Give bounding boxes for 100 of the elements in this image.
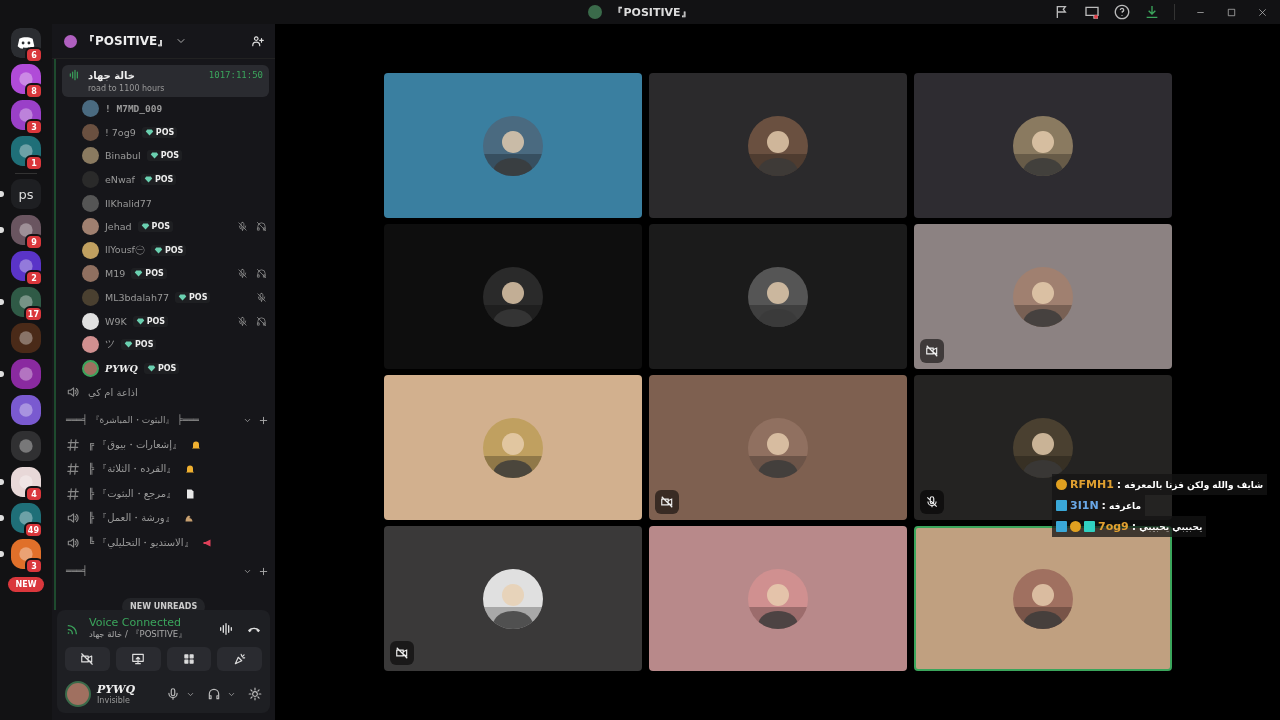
gem-icon [143,175,153,185]
waveform-icon[interactable] [218,620,234,637]
gem-icon [153,245,163,255]
window-title: 『POSITIVE』 [612,4,692,20]
member-name[interactable]: eNwaf [105,174,135,186]
screen-share-button[interactable] [115,647,161,671]
video-tile[interactable] [648,73,907,218]
channel-status: road to 1100 hours [88,84,166,93]
channel-item[interactable]: ╠ 『ورشة・العمل』 [62,506,269,531]
activities-button[interactable] [166,647,212,671]
screen-share-icon [131,652,146,666]
hash-icon [66,437,80,452]
gem-icon [146,363,156,373]
chat-separator: : [1131,520,1137,533]
new-pill[interactable]: NEW [7,577,45,592]
notification-badge: 6 [25,47,43,63]
settings-icon[interactable] [248,687,262,701]
video-tile[interactable] [383,224,642,369]
flag-icon[interactable] [1054,4,1070,20]
gem-icon [144,127,154,137]
help-icon[interactable] [1114,4,1130,20]
user-avatar[interactable] [82,359,99,377]
hammer-badge-icon [1056,500,1067,511]
role-tag-text: POS [145,269,164,279]
member-name[interactable]: ML3bdalah77 [105,292,169,304]
channel-item[interactable]: ╠ 『مرجع・البثوت』 [62,481,269,507]
user-avatar[interactable] [82,312,99,330]
plus-icon[interactable] [258,565,269,577]
grid-icon [181,652,196,666]
chat-message: شايف والله ولكن فزنا بالمعرفه [1124,479,1263,490]
category-name[interactable]: ═══╡ [66,566,88,577]
gem-icon [178,293,187,303]
camera-button[interactable] [65,647,110,671]
notification-badge: 3 [25,119,43,135]
video-tile[interactable] [648,375,907,520]
role-tag-text: POS [189,293,208,303]
coin-badge-icon [1070,521,1081,532]
hash-icon [66,486,80,501]
member-name[interactable]: W9K [105,315,127,327]
notification-badge: 4 [25,486,43,502]
maximize-icon[interactable] [1226,6,1237,18]
video-tile[interactable] [648,224,907,369]
page-icon [184,487,197,500]
video-tile[interactable] [913,224,1172,369]
category-name[interactable]: ═══╡ 『البثوت・المباشرة』 ╞═══ [66,414,200,428]
member-name[interactable]: ! M7MD_009 [105,103,163,115]
user-avatar[interactable] [82,336,99,354]
notification-badge: 17 [23,306,43,322]
voice-location[interactable]: خالة جهاد / 『POSITIVE』 [89,629,206,641]
member-name[interactable]: Binabul [105,150,141,162]
gem-icon [135,316,145,326]
close-icon[interactable] [1257,6,1268,18]
hammer-badge-icon [1056,521,1067,532]
video-tile[interactable] [383,73,642,218]
member-name[interactable]: ! 7og9 [105,126,136,138]
notification-badge: 1 [25,155,43,171]
notification-badge: 49 [23,522,43,538]
video-tile[interactable] [383,526,642,671]
channel-item[interactable]: ╚ 『الاستديو・التحليلي』 [62,530,269,556]
member-name[interactable]: M19 [105,268,126,280]
channel-item[interactable]: ╠ 『القرده・الثلاثة』 [62,457,269,482]
microphone-icon[interactable] [166,687,180,701]
user-avatar[interactable] [82,241,99,259]
server-icon[interactable] [11,395,41,425]
soundboard-button[interactable] [217,647,262,671]
server-icon[interactable]: ps [11,179,41,209]
member-name[interactable]: IlKhalid77 [105,197,152,209]
video-tile[interactable] [913,73,1172,218]
role-tag-text: POS [155,127,175,137]
chat-separator: : [1116,478,1122,491]
channel-item[interactable]: اذاعة ام كي [62,380,269,405]
notification-badge: 2 [25,270,43,286]
member-name[interactable]: Jehad [105,221,132,233]
subscriber-badge-icon [1084,521,1095,532]
role-tag-text: POS [160,151,180,161]
server-icon [64,34,77,48]
member-name[interactable]: llYousf㊀ [105,243,145,257]
plus-icon[interactable] [258,415,269,427]
chat-username: RFMH1 [1070,478,1114,491]
member-name[interactable]: PYWQ [105,362,138,374]
speaker-icon [66,511,80,526]
server-logo-icon [588,5,603,19]
role-tag-text: POS [157,363,177,373]
video-tile[interactable] [383,375,642,520]
new-unreads-button[interactable]: NEW UNREADS [122,598,206,610]
member-name[interactable]: ツ [105,338,115,352]
voice-status[interactable]: Voice Connected [89,616,206,629]
role-tag-text: POS [154,175,174,185]
screen-icon[interactable] [1084,4,1100,20]
server-name[interactable]: 『POSITIVE』 [83,32,170,50]
gem-icon [149,151,159,161]
hash-icon [66,462,80,477]
headphones-icon[interactable] [207,687,221,701]
gem-icon [124,340,133,350]
video-tile[interactable] [648,526,907,671]
download-icon[interactable] [1144,4,1160,20]
user-name: PYWQ [97,683,137,696]
channel-item[interactable]: ╔ 『إشعارات・بيوق』 [62,432,269,458]
add-member-icon[interactable] [251,34,265,48]
gem-icon [140,222,150,232]
